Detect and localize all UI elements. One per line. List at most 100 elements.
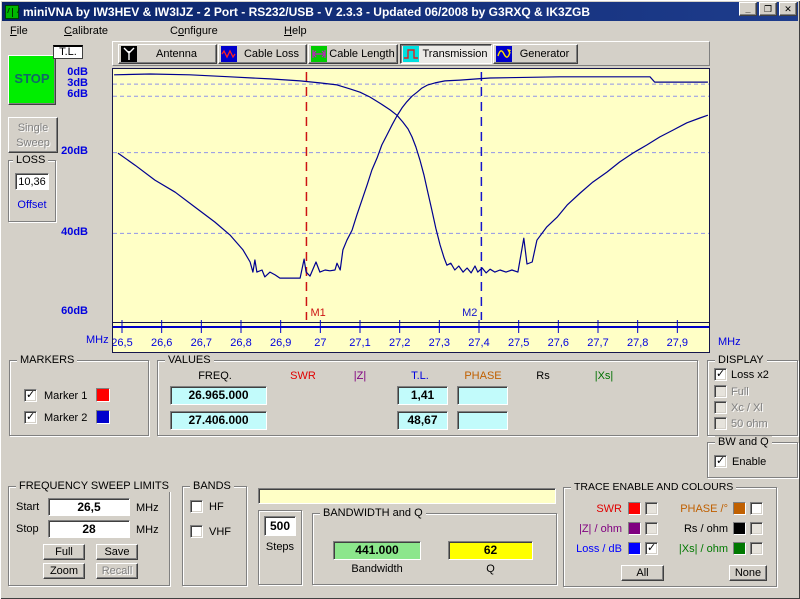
sweep-zoom-button[interactable]: Zoom xyxy=(43,563,85,579)
generator-button-label: Generator xyxy=(512,48,577,60)
sweep-start-unit: MHz xyxy=(136,502,159,514)
x-tick-label: 27,3 xyxy=(429,337,450,349)
marker2-color-swatch[interactable] xyxy=(96,410,110,424)
trace-loss-swatch[interactable] xyxy=(628,542,641,555)
menu-file[interactable]: File xyxy=(4,23,34,39)
marker-label-m1: M1 xyxy=(310,307,325,319)
x-tick-label: 27,5 xyxy=(508,337,529,349)
sweep-stop-label: Stop xyxy=(16,523,39,535)
y-axis-label-60db: 60dB xyxy=(40,305,88,317)
marker1-tl-value: 1,41 xyxy=(397,386,448,405)
display-full-label: Full xyxy=(731,386,749,398)
window-title: miniVNA by IW3HEV & IW3IJZ - 2 Port - RS… xyxy=(23,5,590,19)
display-xcxl-label: Xc / Xl xyxy=(731,402,763,414)
loss-group-title: LOSS xyxy=(13,154,48,166)
loss-offset-label[interactable]: Offset xyxy=(13,199,51,211)
tl-mode-label: T.L. xyxy=(53,45,83,59)
x-axis-unit-left: MHz xyxy=(86,334,109,346)
x-tick-label: 26,8 xyxy=(230,337,251,349)
cable-length-button[interactable]: Cable Length xyxy=(308,44,398,64)
display-xcxl-checkbox: ✓ xyxy=(714,401,727,414)
trace-z-checkbox[interactable]: ✓ xyxy=(645,522,658,535)
display-lossx2-label: Loss x2 xyxy=(731,369,769,381)
trace-phase-swatch[interactable] xyxy=(733,502,746,515)
values-header-tl: T.L. xyxy=(406,370,434,382)
title-bar[interactable]: miniVNA by IW3HEV & IW3IJZ - 2 Port - RS… xyxy=(2,2,798,21)
trace-phase-checkbox[interactable]: ✓ xyxy=(750,502,763,515)
x-tick-label: 26,5 xyxy=(112,337,133,349)
antenna-button-label: Antenna xyxy=(137,48,216,60)
y-axis-label-40db: 40dB xyxy=(40,226,88,238)
trace-none-button[interactable]: None xyxy=(729,565,767,581)
sweep-progress-bar xyxy=(258,488,556,504)
display-lossx2-checkbox[interactable]: ✓ xyxy=(714,368,727,381)
trace-xs-label: |Xs| / ohm xyxy=(660,543,728,555)
values-header-phase: PHASE xyxy=(462,370,504,382)
trace-rs-swatch[interactable] xyxy=(733,522,746,535)
chart-background xyxy=(112,68,710,353)
values-header-z: |Z| xyxy=(346,370,374,382)
app-icon xyxy=(5,5,19,19)
trace-swr-swatch[interactable] xyxy=(628,502,641,515)
bands-hf-checkbox[interactable]: ✓ xyxy=(190,500,203,513)
steps-input[interactable]: 500 xyxy=(264,516,296,536)
menu-configure[interactable]: Configure xyxy=(164,23,224,39)
loss-offset-input[interactable]: 10,36 xyxy=(15,173,49,190)
cable-length-button-label: Cable Length xyxy=(327,48,397,60)
maximize-button[interactable]: ❐ xyxy=(759,2,777,16)
bandwidth-group-title: BANDWIDTH and Q xyxy=(320,507,426,519)
x-tick-label: 27,2 xyxy=(389,337,410,349)
antenna-icon xyxy=(121,46,137,62)
bwq-enable-checkbox[interactable]: ✓ xyxy=(714,455,727,468)
marker1-freq-value: 26.965.000 xyxy=(170,386,267,405)
sweep-stop-input[interactable]: 28 xyxy=(48,520,130,538)
sweep-chart[interactable]: M1M226,526,626,726,826,92727,127,227,327… xyxy=(112,68,710,353)
close-button[interactable]: ✕ xyxy=(779,2,797,16)
trace-loss-checkbox[interactable]: ✓ xyxy=(645,542,658,555)
trace-xs-swatch[interactable] xyxy=(733,542,746,555)
q-label: Q xyxy=(448,563,533,575)
cable-loss-icon xyxy=(221,46,237,62)
trace-xs-checkbox[interactable]: ✓ xyxy=(750,542,763,555)
cable-loss-button[interactable]: Cable Loss xyxy=(218,44,307,64)
marker2-checkbox[interactable]: ✓ xyxy=(24,411,37,424)
menu-calibrate[interactable]: Calibrate xyxy=(58,23,114,39)
marker2-tl-value: 48,67 xyxy=(397,411,448,430)
minivna-window: miniVNA by IW3HEV & IW3IJZ - 2 Port - RS… xyxy=(0,0,800,599)
values-header-rs: Rs xyxy=(532,370,554,382)
trace-enable-title: TRACE ENABLE AND COLOURS xyxy=(571,481,736,493)
sweep-full-button[interactable]: Full xyxy=(43,544,85,560)
marker1-color-swatch[interactable] xyxy=(96,388,110,402)
x-tick-label: 27,9 xyxy=(667,337,688,349)
bandwidth-value: 441.000 xyxy=(333,541,421,560)
values-group-title: VALUES xyxy=(165,354,214,366)
sweep-start-input[interactable]: 26,5 xyxy=(48,498,130,516)
cable-length-icon xyxy=(311,46,327,62)
markers-group-title: MARKERS xyxy=(17,354,77,366)
antenna-button[interactable]: Antenna xyxy=(118,44,217,64)
trace-swr-label: SWR xyxy=(567,503,622,515)
trace-rs-checkbox[interactable]: ✓ xyxy=(750,522,763,535)
steps-label: Steps xyxy=(258,541,302,553)
display-50ohm-label: 50 ohm xyxy=(731,418,768,430)
y-axis-label-6db: 6dB xyxy=(40,88,88,100)
transmission-button-label: Transmission xyxy=(419,48,491,60)
sweep-recall-button: Recall xyxy=(96,563,138,579)
trace-all-button[interactable]: All xyxy=(621,565,664,581)
trace-z-label: |Z| / ohm xyxy=(567,523,622,535)
chart-svg: M1M226,526,626,726,826,92727,127,227,327… xyxy=(112,68,710,353)
x-tick-label: 26,6 xyxy=(151,337,172,349)
menu-help[interactable]: Help xyxy=(278,23,313,39)
generator-button[interactable]: Generator xyxy=(493,44,578,64)
minimize-button[interactable]: _ xyxy=(739,2,757,16)
trace-phase-label: PHASE /° xyxy=(660,503,728,515)
marker1-checkbox[interactable]: ✓ xyxy=(24,389,37,402)
marker1-label: Marker 1 xyxy=(44,390,87,402)
transmission-button[interactable]: Transmission xyxy=(400,44,492,64)
trace-z-swatch[interactable] xyxy=(628,522,641,535)
sweep-save-button[interactable]: Save xyxy=(96,544,138,560)
bands-vhf-checkbox[interactable]: ✓ xyxy=(190,525,203,538)
trace-swr-checkbox[interactable]: ✓ xyxy=(645,502,658,515)
sweep-limits-title: FREQUENCY SWEEP LIMITS xyxy=(16,480,172,492)
sweep-start-label: Start xyxy=(16,501,39,513)
